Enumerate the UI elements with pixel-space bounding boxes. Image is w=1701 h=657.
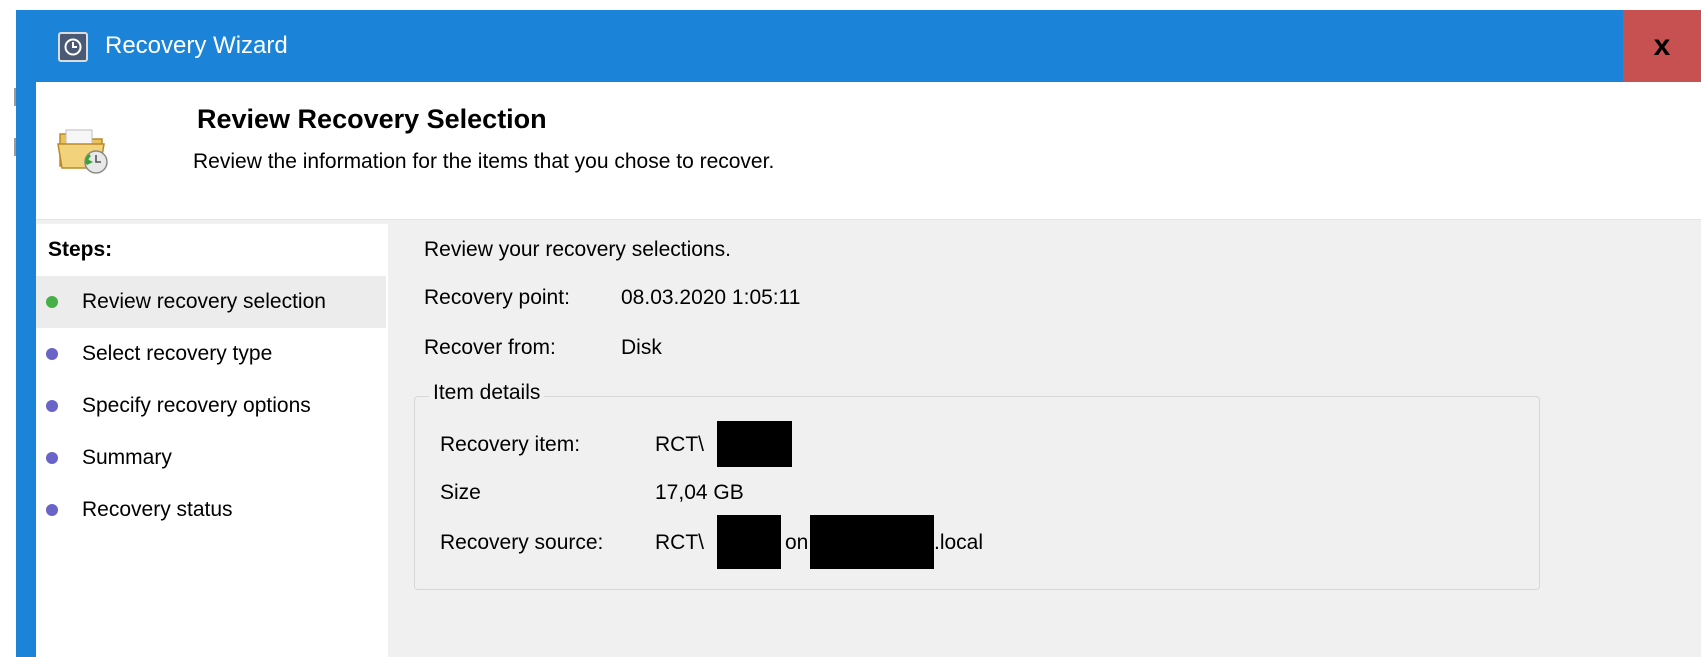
screen-top-strip bbox=[0, 0, 1701, 10]
window-title: Recovery Wizard bbox=[105, 32, 288, 59]
recovery-source-suffix: .local bbox=[934, 531, 984, 554]
close-button[interactable]: x bbox=[1623, 10, 1701, 82]
wizard-header: Review Recovery Selection Review the inf… bbox=[36, 82, 1701, 220]
step-label: Summary bbox=[82, 446, 172, 469]
intro-text: Review your recovery selections. bbox=[424, 238, 731, 261]
step-pending-dot-icon bbox=[46, 452, 58, 464]
recovery-item-value: RCT\ bbox=[655, 433, 704, 456]
redacted-block bbox=[717, 421, 792, 467]
step-label: Recovery status bbox=[82, 498, 233, 521]
recovery-wizard-window: Recovery Wizard x Review Recovery Select… bbox=[16, 10, 1701, 657]
recovery-item-label: Recovery item: bbox=[440, 433, 581, 456]
size-value: 17,04 GB bbox=[655, 481, 744, 504]
redacted-block bbox=[810, 515, 934, 569]
recover-from-value: Disk bbox=[621, 336, 662, 359]
redacted-block bbox=[717, 515, 781, 569]
step-pending-dot-icon bbox=[46, 504, 58, 516]
step-label: Review recovery selection bbox=[82, 290, 326, 313]
step-label: Select recovery type bbox=[82, 342, 273, 365]
folder-recovery-icon bbox=[56, 120, 114, 178]
step-select-recovery-type[interactable]: Select recovery type bbox=[36, 328, 386, 380]
recovery-point-value: 08.03.2020 1:05:11 bbox=[621, 286, 801, 309]
step-recovery-status[interactable]: Recovery status bbox=[36, 484, 386, 536]
step-review-recovery-selection[interactable]: Review recovery selection bbox=[36, 276, 386, 328]
item-details-legend: Item details bbox=[429, 381, 545, 405]
page-title: Review Recovery Selection bbox=[197, 104, 547, 134]
recovery-source-on: on bbox=[785, 531, 809, 554]
steps-panel: Steps: Review recovery selection Select … bbox=[36, 224, 388, 657]
recovery-source-prefix: RCT\ bbox=[655, 531, 704, 554]
size-label: Size bbox=[440, 481, 481, 504]
step-current-dot-icon bbox=[46, 296, 58, 308]
step-pending-dot-icon bbox=[46, 400, 58, 412]
title-bar[interactable]: Recovery Wizard x bbox=[16, 10, 1701, 82]
recover-from-label: Recover from: bbox=[424, 336, 556, 359]
recovery-source-label: Recovery source: bbox=[440, 531, 604, 554]
review-panel: Review your recovery selections. Recover… bbox=[388, 220, 1701, 657]
page-description: Review the information for the items tha… bbox=[193, 150, 775, 173]
step-label: Specify recovery options bbox=[82, 394, 311, 417]
clock-icon bbox=[58, 32, 88, 62]
step-summary[interactable]: Summary bbox=[36, 432, 386, 484]
wizard-content: Steps: Review recovery selection Select … bbox=[36, 220, 1701, 657]
steps-heading: Steps: bbox=[48, 238, 113, 261]
step-pending-dot-icon bbox=[46, 348, 58, 360]
step-specify-recovery-options[interactable]: Specify recovery options bbox=[36, 380, 386, 432]
screen-left-edge bbox=[0, 10, 16, 657]
item-details-group: Item details Recovery item: RCT\ Size 17… bbox=[414, 381, 1540, 590]
recovery-point-label: Recovery point: bbox=[424, 286, 570, 309]
